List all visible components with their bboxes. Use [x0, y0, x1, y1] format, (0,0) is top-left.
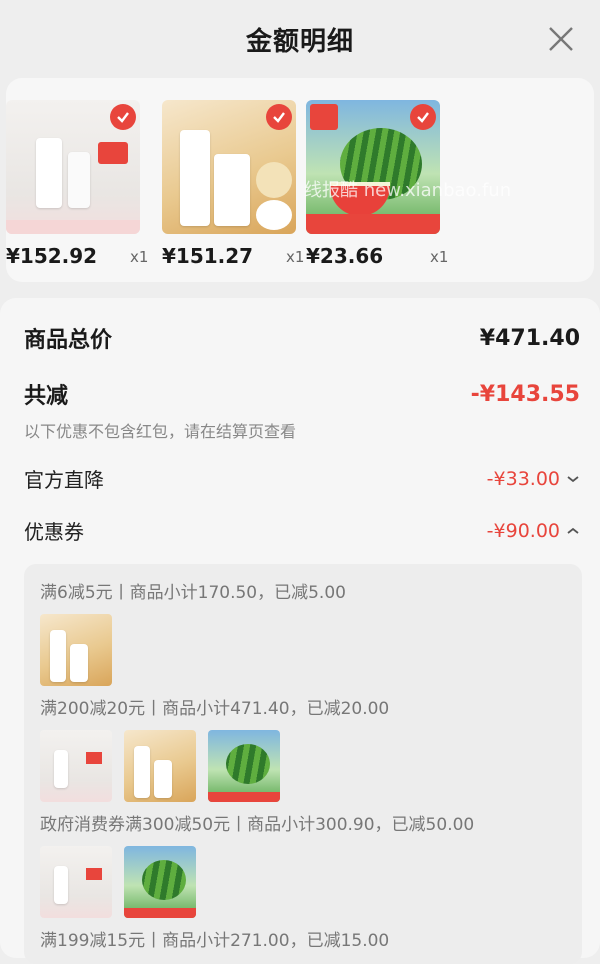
official-discount-label: 官方直降 [24, 468, 104, 492]
product-image-watermelon [124, 846, 196, 918]
coupon-products [40, 846, 196, 918]
product-item[interactable]: ¥152.92 x1 [6, 100, 148, 268]
product-image-perfume-lotion [40, 614, 112, 686]
total-reduction-row: 共减 -¥143.55 [24, 378, 580, 410]
chevron-down-icon [567, 475, 579, 482]
product-price: ¥23.66 [306, 244, 384, 268]
product-image-watermelon [306, 100, 440, 234]
total-price-value: ¥471.40 [479, 325, 580, 351]
page-title: 金额明细 [245, 26, 354, 57]
total-reduction-value: -¥143.55 [470, 381, 580, 407]
reduction-note: 以下优惠不包含红包，请在结算页查看 [24, 422, 297, 441]
coupon-details: 满6减5元丨商品小计170.50，已减5.00 满200减20元丨商品小计471… [24, 564, 582, 964]
header: 金额明细 [0, 0, 600, 78]
total-price-label: 商品总价 [24, 328, 113, 353]
product-price: ¥152.92 [6, 244, 98, 268]
official-discount-row[interactable]: 官方直降 -¥33.00 [24, 464, 580, 493]
coupon-products [40, 614, 112, 686]
product-image-perfume-lotion [124, 730, 196, 802]
product-price: ¥151.27 [162, 244, 254, 268]
coupon-value: -¥90.00 [486, 519, 560, 542]
coupon-products [40, 730, 280, 802]
coupon-line: 满199减15元丨商品小计271.00，已减15.00 [40, 931, 390, 951]
product-image-watermelon [208, 730, 280, 802]
coupon-line: 政府消费券满300减50元丨商品小计300.90，已减50.00 [40, 815, 475, 835]
close-button[interactable] [546, 24, 576, 54]
product-qty: x1 [286, 248, 305, 266]
product-qty: x1 [430, 248, 449, 266]
selected-check-icon [110, 104, 136, 130]
coupon-label: 优惠券 [24, 520, 84, 544]
watermark: 线报酷 new.xianbao.fun [304, 180, 512, 201]
coupon-line: 满6减5元丨商品小计170.50，已减5.00 [40, 583, 346, 603]
coupon-line: 满200减20元丨商品小计471.40，已减20.00 [40, 699, 390, 719]
product-item[interactable]: ¥151.27 x1 [162, 100, 304, 268]
close-icon [549, 27, 573, 51]
selected-check-icon [410, 104, 436, 130]
chevron-up-icon [567, 527, 579, 534]
product-image-perfume-lotion [162, 100, 296, 234]
total-reduction-label: 共减 [24, 384, 69, 409]
product-qty: x1 [130, 248, 149, 266]
total-price-row: 商品总价 ¥471.40 [24, 322, 580, 354]
selected-check-icon [266, 104, 292, 130]
product-image-skincare [40, 730, 112, 802]
product-image-skincare [40, 846, 112, 918]
coupon-row[interactable]: 优惠券 -¥90.00 [24, 516, 580, 545]
official-discount-value: -¥33.00 [486, 467, 560, 490]
amount-detail-card: 商品总价 ¥471.40 共减 -¥143.55 以下优惠不包含红包，请在结算页… [0, 298, 600, 964]
product-image-skincare [6, 100, 140, 234]
product-item[interactable]: ¥23.66 x1 [306, 100, 448, 268]
